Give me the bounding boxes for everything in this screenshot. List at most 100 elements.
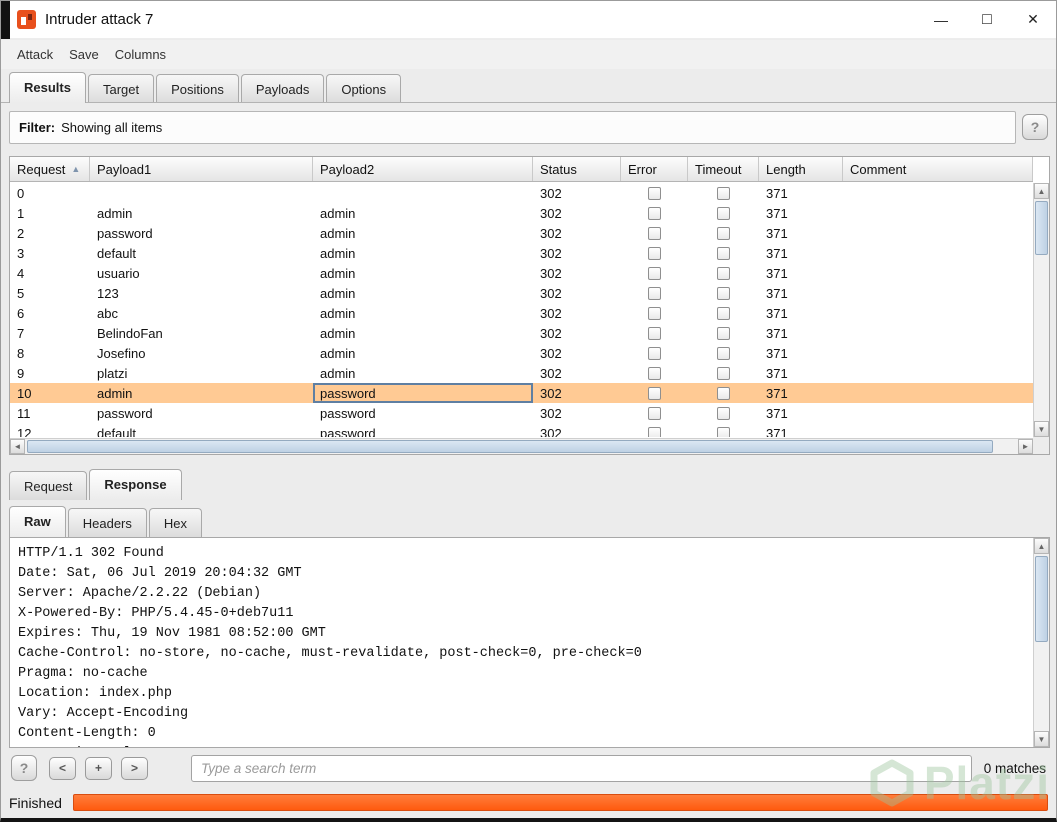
column-header-payload2[interactable]: Payload2 (313, 157, 533, 181)
table-row[interactable]: 1 admin admin 302 371 (10, 203, 1033, 223)
maximize-button[interactable]: □ (964, 1, 1010, 38)
view-tab-raw[interactable]: Raw (9, 506, 66, 537)
column-header-length[interactable]: Length (759, 157, 843, 181)
scrollbar-corner (1033, 437, 1049, 454)
table-row[interactable]: 2 password admin 302 371 (10, 223, 1033, 243)
main-tab-payloads[interactable]: Payloads (240, 74, 325, 103)
scroll-down-icon[interactable]: ▼ (1034, 421, 1049, 437)
column-header-status[interactable]: Status (533, 157, 621, 181)
next-match-button[interactable]: > (121, 756, 148, 780)
cell-error (621, 263, 688, 283)
title-bar: Intruder attack 7 — □ ✕ (1, 1, 1056, 39)
search-input[interactable] (191, 754, 972, 782)
timeout-checkbox[interactable] (717, 186, 730, 200)
error-checkbox[interactable] (648, 426, 661, 437)
table-row[interactable]: 11 password password 302 371 (10, 403, 1033, 423)
minimize-button[interactable]: — (918, 1, 964, 38)
scroll-up-icon[interactable]: ▲ (1034, 183, 1049, 199)
horizontal-scroll-thumb[interactable] (27, 440, 993, 453)
cell-payload1: default (97, 425, 137, 438)
view-tab-strip: Raw Headers Hex (9, 503, 204, 537)
cell-comment (843, 323, 1033, 343)
error-checkbox[interactable] (648, 186, 661, 200)
table-row[interactable]: 9 platzi admin 302 371 (10, 363, 1033, 383)
error-checkbox[interactable] (648, 406, 661, 420)
main-tab-target[interactable]: Target (87, 74, 155, 103)
timeout-checkbox[interactable] (717, 266, 730, 280)
scroll-down-icon[interactable]: ▼ (1034, 731, 1049, 747)
view-tab-headers[interactable]: Headers (67, 508, 147, 537)
table-row[interactable]: 6 abc admin 302 371 (10, 303, 1033, 323)
error-checkbox[interactable] (648, 326, 661, 340)
scroll-up-icon[interactable]: ▲ (1034, 538, 1049, 554)
error-checkbox[interactable] (648, 386, 661, 400)
timeout-checkbox[interactable] (717, 226, 730, 240)
error-checkbox[interactable] (648, 206, 661, 220)
search-help-button[interactable]: ? (11, 755, 37, 781)
menu-item-save[interactable]: Save (61, 43, 107, 66)
error-checkbox[interactable] (648, 306, 661, 320)
error-checkbox[interactable] (648, 346, 661, 360)
table-row[interactable]: 8 Josefino admin 302 371 (10, 343, 1033, 363)
response-text[interactable]: HTTP/1.1 302 Found Date: Sat, 06 Jul 201… (10, 538, 1032, 747)
timeout-checkbox[interactable] (717, 426, 730, 437)
vertical-scroll-thumb[interactable] (1035, 556, 1048, 642)
previous-match-button[interactable]: < (49, 756, 76, 780)
window-title: Intruder attack 7 (45, 11, 154, 28)
message-tab-response[interactable]: Response (89, 469, 182, 500)
timeout-checkbox[interactable] (717, 206, 730, 220)
cell-error (621, 343, 688, 363)
column-header-payload1[interactable]: Payload1 (90, 157, 313, 181)
cell-status: 302 (540, 205, 562, 221)
column-header-timeout[interactable]: Timeout (688, 157, 759, 181)
cell-error (621, 283, 688, 303)
timeout-checkbox[interactable] (717, 246, 730, 260)
filter-bar[interactable]: Filter: Showing all items (9, 111, 1016, 144)
cell-status: 302 (540, 405, 562, 421)
column-header-request[interactable]: Request ▲ (10, 157, 90, 181)
error-checkbox[interactable] (648, 266, 661, 280)
timeout-checkbox[interactable] (717, 326, 730, 340)
window-controls: — □ ✕ (918, 1, 1056, 38)
table-vertical-scrollbar[interactable]: ▲ ▼ (1033, 183, 1049, 437)
error-checkbox[interactable] (648, 246, 661, 260)
timeout-checkbox[interactable] (717, 346, 730, 360)
timeout-checkbox[interactable] (717, 366, 730, 380)
filter-help-button[interactable]: ? (1022, 114, 1048, 140)
table-horizontal-scrollbar[interactable]: ◄ ► (10, 438, 1033, 454)
main-tab-positions[interactable]: Positions (156, 74, 239, 103)
view-tab-hex[interactable]: Hex (148, 508, 202, 537)
menu-item-attack[interactable]: Attack (9, 43, 61, 66)
table-row[interactable]: 3 default admin 302 371 (10, 243, 1033, 263)
scroll-left-icon[interactable]: ◄ (10, 439, 25, 454)
table-row[interactable]: 10 admin password 302 371 (10, 383, 1033, 403)
timeout-checkbox[interactable] (717, 406, 730, 420)
column-header-comment[interactable]: Comment (843, 157, 1033, 181)
error-checkbox[interactable] (648, 286, 661, 300)
main-tab-options[interactable]: Options (326, 74, 402, 103)
timeout-checkbox[interactable] (717, 306, 730, 320)
message-tab-strip: Request Response (9, 467, 184, 500)
main-tab-results[interactable]: Results (9, 72, 86, 103)
table-row[interactable]: 5 123 admin 302 371 (10, 283, 1033, 303)
table-row[interactable]: 0 302 371 (10, 183, 1033, 203)
table-row[interactable]: 12 default password 302 371 (10, 423, 1033, 437)
column-header-error[interactable]: Error (621, 157, 688, 181)
message-tab-request[interactable]: Request (9, 471, 88, 500)
cell-payload2: admin (320, 205, 356, 221)
cell-error (621, 183, 688, 203)
vertical-scroll-thumb[interactable] (1035, 201, 1048, 255)
scroll-right-icon[interactable]: ► (1018, 439, 1033, 454)
table-row[interactable]: 7 BelindoFan admin 302 371 (10, 323, 1033, 343)
timeout-checkbox[interactable] (717, 386, 730, 400)
error-checkbox[interactable] (648, 366, 661, 380)
error-checkbox[interactable] (648, 226, 661, 240)
menu-item-columns[interactable]: Columns (107, 43, 174, 66)
close-button[interactable]: ✕ (1010, 1, 1056, 38)
add-search-term-button[interactable]: + (85, 756, 112, 780)
table-row[interactable]: 4 usuario admin 302 371 (10, 263, 1033, 283)
cell-payload2: admin (320, 225, 356, 241)
response-vertical-scrollbar[interactable]: ▲ ▼ (1033, 538, 1049, 747)
timeout-checkbox[interactable] (717, 286, 730, 300)
cell-timeout (688, 283, 759, 303)
